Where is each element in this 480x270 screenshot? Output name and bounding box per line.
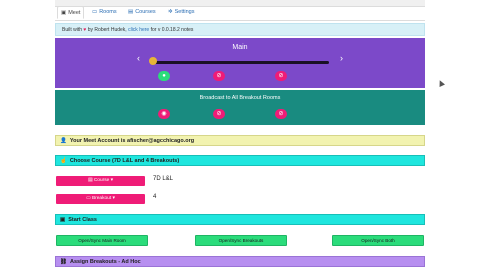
chevron-right-icon[interactable]: ›	[340, 53, 343, 63]
main-room-title: Main	[232, 44, 248, 51]
pointer-icon: ☝	[60, 158, 67, 164]
sitemap-icon: ⛓	[60, 259, 67, 265]
user-icon: 👤	[60, 138, 67, 144]
broadcast-mute-button[interactable]: ⊘	[213, 109, 225, 119]
main-room-panel: Main ‹ › ● ⊘ ⊘	[55, 38, 425, 88]
meet-icon: ▣	[61, 10, 67, 16]
microphone-button[interactable]: ●	[158, 71, 170, 81]
broadcast-speaker-button[interactable]: ◉	[158, 109, 170, 119]
tab-rooms[interactable]: ▭ Rooms	[89, 6, 120, 19]
caret-down-icon: ▾	[109, 178, 114, 183]
release-notes-link[interactable]: click here	[128, 27, 149, 33]
tab-settings[interactable]: ✲ Settings	[165, 6, 197, 19]
broadcast-panel: Broadcast to All Breakout Rooms ◉ ⊘ ⊘	[55, 90, 425, 125]
course-value: 7D L&L	[153, 176, 174, 182]
nav-tabs: ▣ Meet ▭ Rooms ▤ Courses ✲ Settings	[55, 6, 425, 21]
breakout-dropdown-button[interactable]: ▭ Breakout ▾	[56, 194, 145, 204]
mouse-cursor	[437, 79, 445, 87]
presentation-icon: ▣	[60, 217, 66, 223]
version-banner: Built with ♥ by Robert Hudek, click here…	[55, 23, 425, 36]
assign-breakouts-header[interactable]: ⛓ Assign Breakouts - Ad Hoc	[55, 256, 425, 267]
start-class-header[interactable]: ▣ Start Class	[55, 214, 425, 225]
open-sync-main-room-button[interactable]: Open/Sync Main Room	[56, 235, 148, 246]
tab-courses[interactable]: ▤ Courses	[125, 6, 159, 19]
video-off-icon: ⊘	[278, 111, 284, 117]
speaker-icon: ◉	[161, 111, 167, 117]
course-dropdown-button[interactable]: ▤ Course ▾	[56, 176, 145, 186]
open-sync-both-button[interactable]: Open/Sync Both	[332, 235, 424, 246]
microphone-icon: ●	[162, 73, 166, 79]
heart-icon: ♥	[83, 27, 87, 33]
open-sync-breakouts-button[interactable]: Open/Sync Breakouts	[195, 235, 287, 246]
rooms-icon: ▭	[92, 9, 98, 15]
mic-off-icon: ⊘	[216, 73, 222, 79]
choose-course-header[interactable]: ☝ Choose Course (7D L&L and 4 Breakouts)	[55, 155, 425, 166]
video-off-button[interactable]: ⊘	[275, 71, 287, 81]
breakout-value: 4	[153, 194, 157, 200]
courses-icon: ▤	[128, 9, 134, 15]
mute-button[interactable]: ⊘	[213, 71, 225, 81]
gear-icon: ✲	[168, 9, 173, 15]
video-off-icon: ⊘	[278, 73, 284, 79]
tab-meet[interactable]: ▣ Meet	[57, 6, 85, 19]
volume-slider-thumb[interactable]	[149, 57, 157, 65]
account-section-header[interactable]: 👤 Your Meet Account is afischer@agcchicag…	[55, 135, 425, 146]
volume-slider[interactable]	[153, 61, 329, 64]
caret-down-icon: ▾	[111, 196, 115, 201]
chevron-left-icon[interactable]: ‹	[137, 53, 140, 63]
broadcast-video-off-button[interactable]: ⊘	[275, 109, 287, 119]
mic-off-icon: ⊘	[216, 111, 222, 117]
broadcast-title: Broadcast to All Breakout Rooms	[199, 95, 281, 101]
